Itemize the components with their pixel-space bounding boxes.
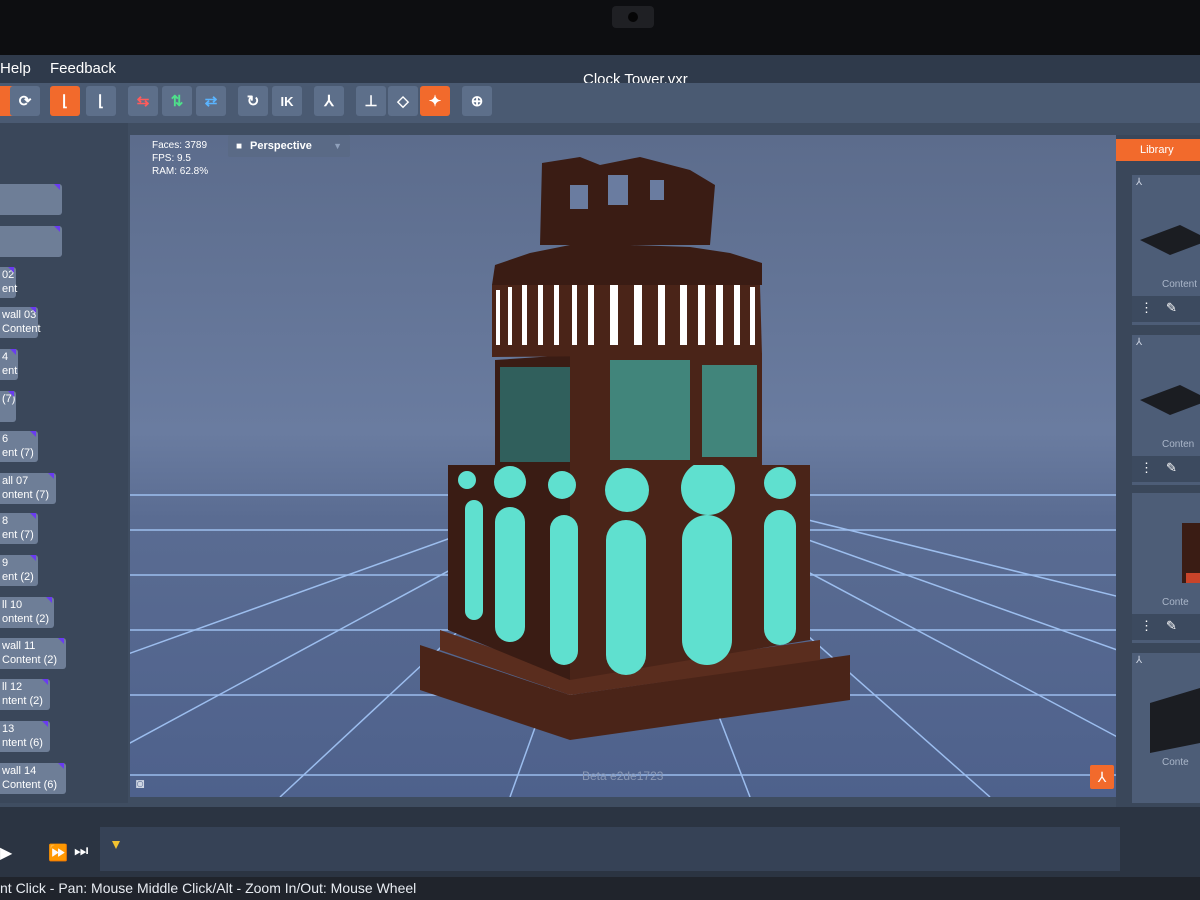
app-window: Help Feedback Clock Tower.vxr ⟳ ⌊ ⌊ ⇆ ⇅ … bbox=[0, 55, 1200, 900]
tag-icon bbox=[48, 473, 54, 479]
monitor-bezel bbox=[0, 0, 1200, 55]
outline-item[interactable]: wall 11 Content (2) bbox=[0, 638, 66, 669]
toolbar: ⟳ ⌊ ⌊ ⇆ ⇅ ⇄ ↻ IK ⅄ ⊥ ◇ ✦ ⊕ bbox=[0, 83, 1200, 123]
tag-icon bbox=[58, 638, 64, 644]
skip-end-icon[interactable]: ⏭ bbox=[74, 843, 88, 861]
outline-item[interactable]: 8 ent (7) bbox=[0, 513, 38, 544]
timeline-track[interactable] bbox=[100, 827, 1120, 871]
tag-icon bbox=[10, 349, 16, 355]
outline-item[interactable]: 4 ent bbox=[0, 349, 18, 380]
edit-icon[interactable]: ✎ bbox=[1166, 460, 1177, 476]
outline-item[interactable]: 9 ent (2) bbox=[0, 555, 38, 586]
outline-item[interactable]: (7) bbox=[0, 391, 16, 422]
more-icon[interactable]: ⋮ bbox=[1140, 300, 1153, 316]
thumbnail bbox=[1140, 385, 1200, 415]
card-actions: ⋮ ✎ bbox=[1132, 614, 1200, 640]
render-stats: Faces: 3789 FPS: 9.5 RAM: 62.8% bbox=[152, 139, 208, 178]
library-card[interactable]: ⅄ Conten ⋮ ✎ bbox=[1132, 335, 1200, 485]
outline-item[interactable]: ll 12 ntent (2) bbox=[0, 679, 50, 710]
swap-y-icon[interactable]: ⇅ bbox=[162, 86, 192, 116]
view-mode-label: Perspective bbox=[250, 140, 312, 152]
menu-bar: Help Feedback Clock Tower.vxr bbox=[0, 55, 1200, 88]
playhead-marker[interactable] bbox=[112, 841, 120, 849]
library-card[interactable]: Conte ⋮ ✎ bbox=[1132, 493, 1200, 643]
target-icon[interactable]: ⊕ bbox=[462, 86, 492, 116]
outline-item[interactable]: 6 ent (7) bbox=[0, 431, 38, 462]
status-bar: nt Click - Pan: Mouse Middle Click/Alt -… bbox=[0, 877, 1200, 900]
thumbnail bbox=[1150, 688, 1200, 753]
scene-canvas bbox=[130, 157, 1122, 797]
swap-x-icon[interactable]: ⇆ bbox=[128, 86, 158, 116]
fast-forward-icon[interactable]: ⏩ bbox=[48, 843, 68, 863]
library-card[interactable]: ⅄ Conte bbox=[1132, 653, 1200, 803]
outline-item[interactable] bbox=[0, 184, 62, 215]
play-icon[interactable]: ▶ bbox=[0, 843, 12, 863]
controls-hint: nt Click - Pan: Mouse Middle Click/Alt -… bbox=[0, 880, 417, 896]
outline-panel: 02 ent wall 03 Content 4 ent (7) 6 ent (7) a… bbox=[0, 123, 128, 803]
menu-help[interactable]: Help bbox=[0, 60, 31, 77]
layer-object-icon[interactable]: ⌊ bbox=[86, 86, 116, 116]
hierarchy-icon[interactable]: ⊥ bbox=[356, 86, 386, 116]
fps-readout: FPS: 9.5 bbox=[152, 153, 191, 164]
swap-z-icon[interactable]: ⇄ bbox=[196, 86, 226, 116]
tag-icon bbox=[42, 721, 48, 727]
library-panel: Library ⅄ Content ⋮ ✎ ⅄ Conten ⋮ ✎ Conte ⋮… bbox=[1116, 135, 1200, 807]
tag-icon bbox=[30, 307, 36, 313]
outline-item[interactable]: wall 14 Content (6) bbox=[0, 763, 66, 794]
library-tab[interactable]: Library bbox=[1116, 139, 1200, 161]
webcam bbox=[612, 6, 654, 28]
chevron-down-icon: ▼ bbox=[333, 141, 342, 151]
cube-icon[interactable]: ◇ bbox=[388, 86, 418, 116]
edit-icon[interactable]: ✎ bbox=[1166, 300, 1177, 316]
tag-icon bbox=[58, 763, 64, 769]
sparkle-icon[interactable]: ✦ bbox=[420, 86, 450, 116]
model-icon: ⅄ bbox=[1136, 177, 1143, 188]
build-version: Beta e2de1723 bbox=[582, 769, 664, 783]
pivot-icon[interactable]: ⅄ bbox=[314, 86, 344, 116]
screenshot-camera-icon[interactable]: ◙ bbox=[136, 775, 156, 793]
model-icon: ⅄ bbox=[1136, 655, 1143, 666]
clock-tower-model bbox=[420, 157, 850, 740]
add-layer-icon[interactable]: ⌊ bbox=[50, 86, 80, 116]
camera-video-icon: ■ bbox=[236, 140, 243, 152]
more-icon[interactable]: ⋮ bbox=[1140, 460, 1153, 476]
ik-button[interactable]: IK bbox=[272, 86, 302, 116]
tag-icon bbox=[42, 679, 48, 685]
card-actions: ⋮ ✎ bbox=[1132, 296, 1200, 322]
menu-feedback[interactable]: Feedback bbox=[50, 60, 116, 77]
outline-item[interactable]: all 07 ontent (7) bbox=[0, 473, 56, 504]
thumbnail bbox=[1182, 523, 1200, 583]
outline-item[interactable] bbox=[0, 226, 62, 257]
ram-readout: RAM: 62.8% bbox=[152, 166, 209, 177]
tag-icon bbox=[30, 555, 36, 561]
tag-icon bbox=[46, 597, 52, 603]
edit-icon[interactable]: ✎ bbox=[1166, 618, 1177, 634]
thumbnail bbox=[1140, 225, 1200, 255]
card-caption: Content bbox=[1162, 279, 1198, 290]
outline-item[interactable]: 13 ntent (6) bbox=[0, 721, 50, 752]
model-icon: ⅄ bbox=[1136, 337, 1143, 348]
tag-icon bbox=[30, 431, 36, 437]
tag-icon bbox=[54, 184, 60, 190]
more-icon[interactable]: ⋮ bbox=[1140, 618, 1153, 634]
card-actions: ⋮ ✎ bbox=[1132, 456, 1200, 482]
tag-icon bbox=[30, 513, 36, 519]
card-caption: Conte bbox=[1162, 597, 1189, 608]
library-card[interactable]: ⅄ Content ⋮ ✎ bbox=[1132, 175, 1200, 325]
outline-item[interactable]: ll 10 ontent (2) bbox=[0, 597, 54, 628]
outline-item[interactable]: wall 03 Content bbox=[0, 307, 41, 338]
axis-gizmo-icon[interactable]: ⅄ bbox=[1090, 765, 1114, 789]
3d-viewport[interactable]: Faces: 3789 FPS: 9.5 RAM: 62.8% ■ Perspe… bbox=[130, 135, 1122, 797]
card-caption: Conte bbox=[1162, 757, 1189, 768]
card-caption: Conten bbox=[1162, 439, 1195, 450]
refresh-icon[interactable]: ⟳ bbox=[10, 86, 40, 116]
view-mode-dropdown[interactable]: ■ Perspective ▼ bbox=[228, 135, 350, 157]
faces-count: Faces: 3789 bbox=[152, 140, 208, 151]
tag-icon bbox=[8, 391, 14, 397]
tag-icon bbox=[8, 267, 14, 273]
rotate-icon[interactable]: ↻ bbox=[238, 86, 268, 116]
tag-icon bbox=[54, 226, 60, 232]
timeline-panel: ▶ ⏩ ⏭ bbox=[0, 807, 1200, 877]
outline-item[interactable]: 02 ent bbox=[0, 267, 17, 298]
